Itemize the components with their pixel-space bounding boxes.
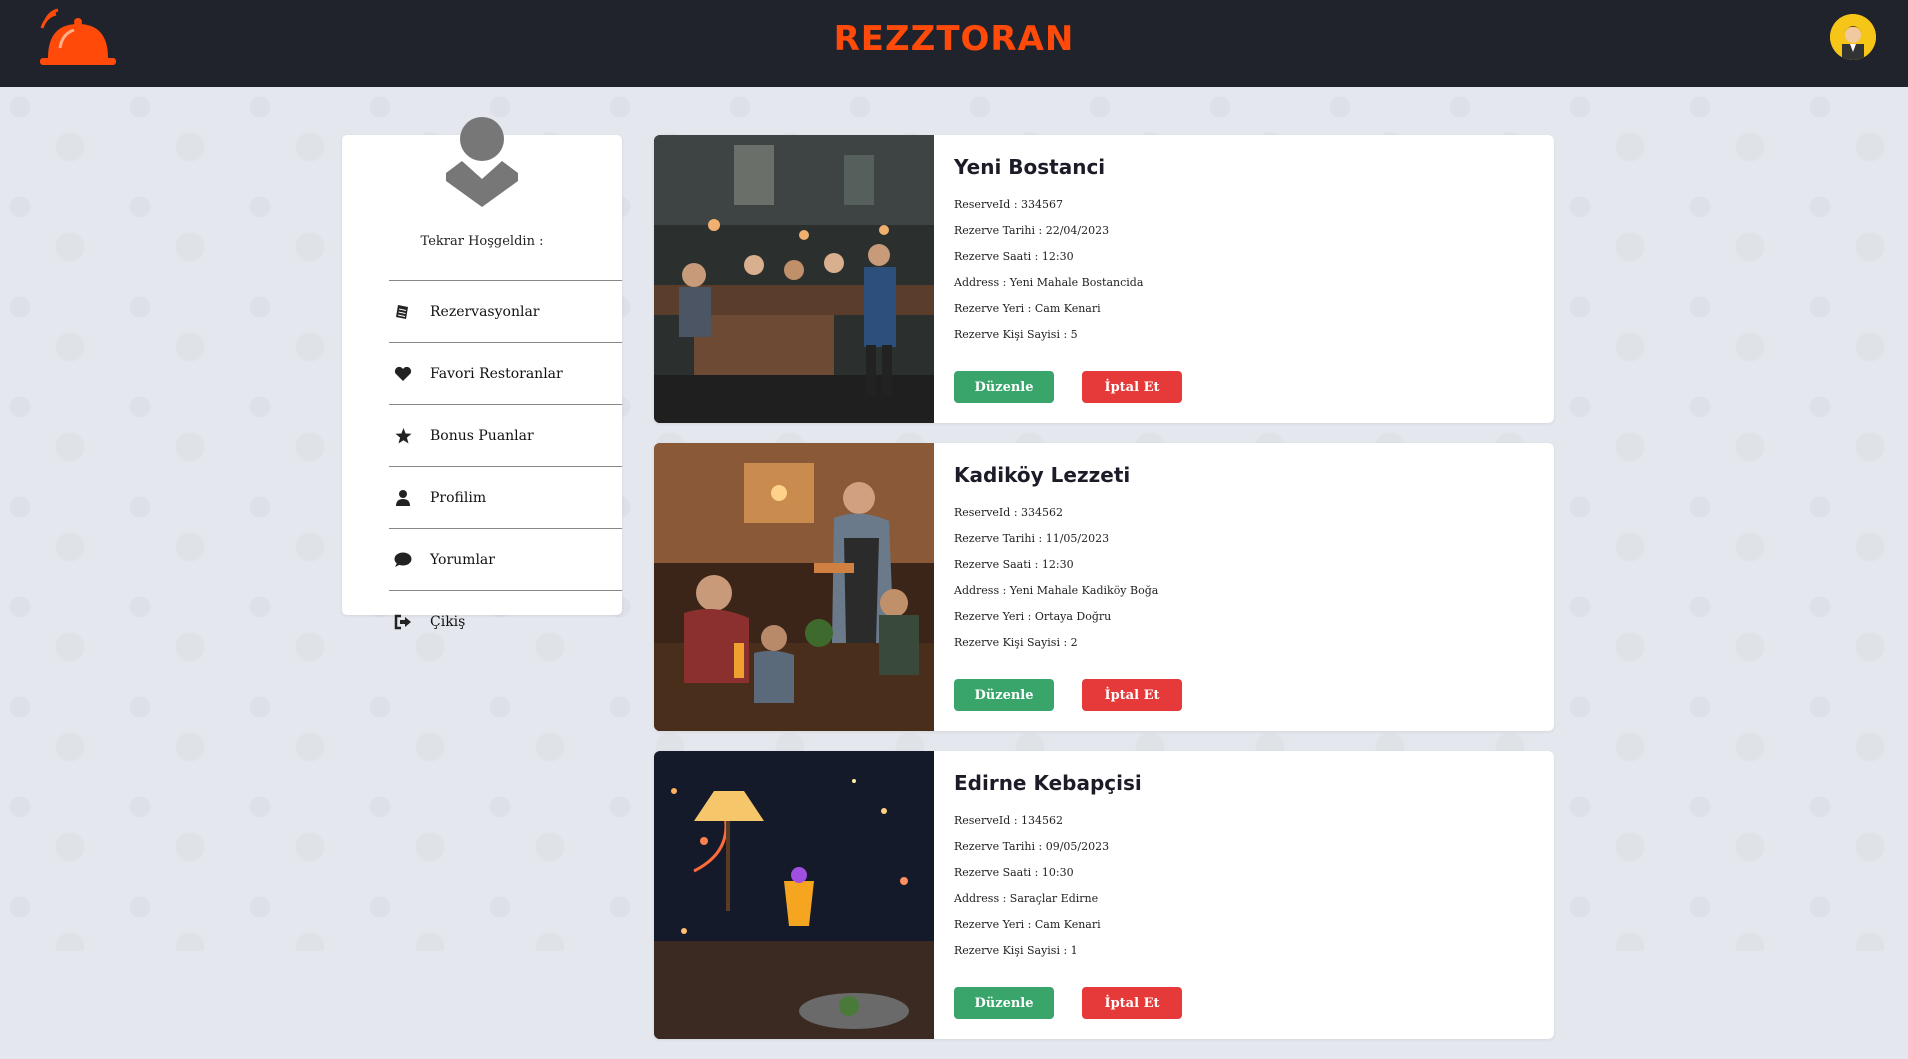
sign-out-icon [393, 612, 413, 632]
restaurant-photo [654, 443, 934, 731]
sidebar-item-label: Çikiş [430, 613, 466, 630]
edit-button[interactable]: Düzenle [954, 679, 1054, 711]
restaurant-name: Kadiköy Lezzeti [954, 463, 1131, 487]
reservation-info: ReserveId : 334567 Rezerve Tarihi : 22/0… [954, 197, 1143, 353]
reserve-people: Rezerve Kişi Sayisi : 5 [954, 328, 1078, 341]
restaurant-name: Yeni Bostanci [954, 155, 1106, 179]
reserve-time: Rezerve Saati : 12:30 [954, 558, 1074, 571]
sidebar-item-favori-restoranlar[interactable]: Favori Restoranlar [389, 342, 622, 404]
reserve-address: Address : Yeni Mahale Kadiköy Boğa [954, 584, 1159, 597]
comment-icon [393, 550, 413, 570]
reserve-people: Rezerve Kişi Sayisi : 1 [954, 944, 1078, 957]
top-bar: REZZTORAN [0, 0, 1908, 87]
sidebar-item-label: Bonus Puanlar [430, 427, 534, 444]
reserve-place: Rezerve Yeri : Cam Kenari [954, 302, 1101, 315]
user-silhouette-icon [446, 117, 518, 207]
reserve-address: Address : Yeni Mahale Bostancida [954, 276, 1144, 289]
avatar-icon [1830, 14, 1876, 60]
sidebar-item-label: Yorumlar [430, 551, 495, 568]
reserve-date: Rezerve Tarihi : 11/05/2023 [954, 532, 1110, 545]
welcome-text: Tekrar Hoşgeldin : [420, 234, 544, 249]
sidebar-item-yorumlar[interactable]: Yorumlar [389, 528, 622, 590]
cancel-reservation-button[interactable]: İptal Et [1082, 679, 1182, 711]
reserve-place: Rezerve Yeri : Cam Kenari [954, 918, 1101, 931]
receipt-icon [393, 302, 413, 322]
sidebar-item-profilim[interactable]: Profilim [389, 466, 622, 528]
restaurant-photo [654, 751, 934, 1039]
reservation-list: Yeni Bostanci ReserveId : 334567 Rezerve… [654, 135, 1554, 1059]
cancel-reservation-button[interactable]: İptal Et [1082, 371, 1182, 403]
reserve-time: Rezerve Saati : 12:30 [954, 250, 1074, 263]
reserve-date: Rezerve Tarihi : 22/04/2023 [954, 224, 1110, 237]
reserve-id: ReserveId : 134562 [954, 814, 1064, 827]
sidebar-menu: Rezervasyonlar Favori Restoranlar Bonus … [389, 280, 622, 652]
restaurant-photo [654, 135, 934, 423]
reservation-card: Yeni Bostanci ReserveId : 334567 Rezerve… [654, 135, 1554, 423]
reserve-place: Rezerve Yeri : Ortaya Doğru [954, 610, 1112, 623]
reserve-id: ReserveId : 334562 [954, 506, 1064, 519]
sidebar-item-cikis[interactable]: Çikiş [389, 590, 622, 652]
cancel-reservation-button[interactable]: İptal Et [1082, 987, 1182, 1019]
reserve-date: Rezerve Tarihi : 09/05/2023 [954, 840, 1110, 853]
sidebar-item-label: Rezervasyonlar [430, 303, 540, 320]
star-icon [393, 426, 413, 446]
account-sidebar: Tekrar Hoşgeldin : Rezervasyonlar Favori… [342, 117, 622, 630]
user-avatar[interactable] [1830, 14, 1876, 60]
reservation-info: ReserveId : 134562 Rezerve Tarihi : 09/0… [954, 813, 1109, 969]
reservation-card: Edirne Kebapçisi ReserveId : 134562 Reze… [654, 751, 1554, 1039]
sidebar-item-rezervasyonlar[interactable]: Rezervasyonlar [389, 280, 622, 342]
reserve-time: Rezerve Saati : 10:30 [954, 866, 1074, 879]
reservation-info: ReserveId : 334562 Rezerve Tarihi : 11/0… [954, 505, 1158, 661]
sidebar-item-bonus-puanlar[interactable]: Bonus Puanlar [389, 404, 622, 466]
edit-button[interactable]: Düzenle [954, 371, 1054, 403]
restaurant-name: Edirne Kebapçisi [954, 771, 1142, 795]
reserve-address: Address : Saraçlar Edirne [954, 892, 1099, 905]
sidebar-item-label: Profilim [430, 489, 487, 506]
reserve-people: Rezerve Kişi Sayisi : 2 [954, 636, 1078, 649]
edit-button[interactable]: Düzenle [954, 987, 1054, 1019]
sidebar-item-label: Favori Restoranlar [430, 365, 563, 382]
reservation-card: Kadiköy Lezzeti ReserveId : 334562 Rezer… [654, 443, 1554, 731]
user-icon [393, 488, 413, 508]
heart-icon [393, 364, 413, 384]
reserve-id: ReserveId : 334567 [954, 198, 1064, 211]
brand-title: REZZTORAN [833, 19, 1075, 59]
